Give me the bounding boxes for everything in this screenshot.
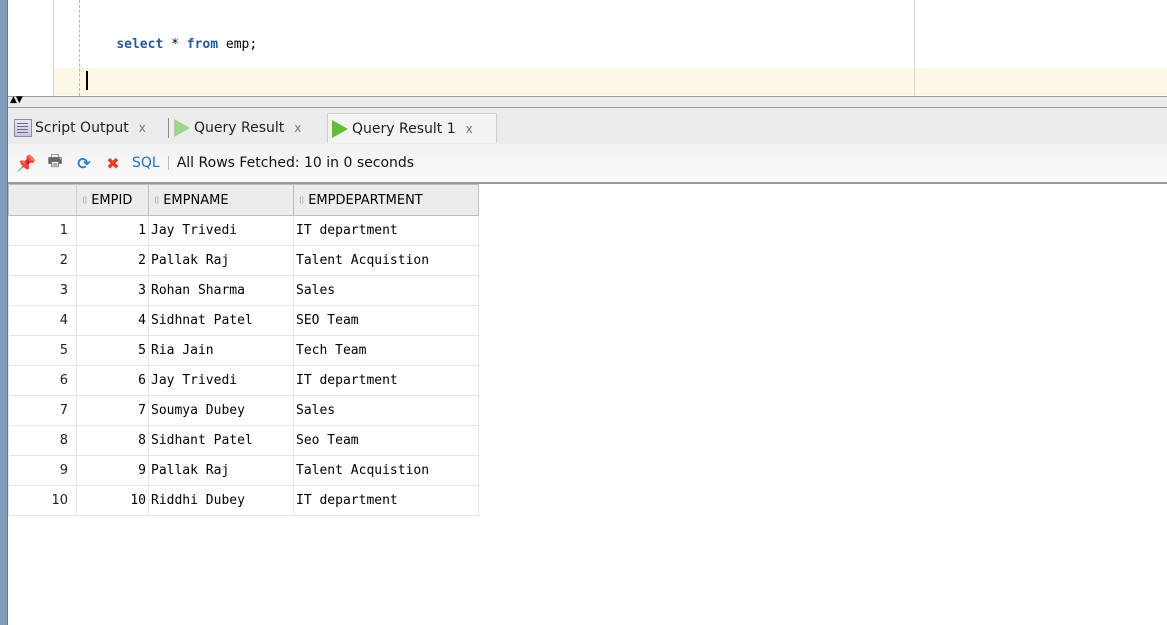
sql-link[interactable]: SQL — [132, 155, 160, 171]
text-caret — [86, 71, 88, 90]
cell-empdepartment[interactable]: Talent Acquistion — [293, 245, 479, 276]
cell-empname[interactable]: Ria Jain — [148, 335, 294, 366]
column-header-empname[interactable]: ⇳ EMPNAME — [148, 184, 294, 216]
cell-empid[interactable]: 5 — [76, 335, 149, 366]
cell-empid[interactable]: 8 — [76, 425, 149, 456]
tab-label: Query Result — [194, 120, 285, 136]
cell-empdepartment[interactable]: Sales — [293, 275, 479, 306]
column-header-empdepartment[interactable]: ⇳ EMPDEPARTMENT — [293, 184, 479, 216]
row-number[interactable]: 2 — [8, 245, 77, 276]
code-token: emp; — [218, 37, 258, 52]
toolbar-separator — [167, 156, 169, 170]
tab-script-output[interactable]: Script Output x — [10, 113, 150, 143]
keyword-select: select — [116, 37, 164, 52]
run-icon — [332, 119, 348, 138]
cell-empdepartment[interactable]: Talent Acquistion — [293, 455, 479, 486]
table-row[interactable]: 5 5 Ria Jain Tech Team — [8, 335, 479, 366]
cell-empid[interactable]: 4 — [76, 305, 149, 336]
row-number[interactable]: 1 — [8, 215, 77, 246]
cell-empid[interactable]: 10 — [76, 485, 149, 516]
table-row[interactable]: 10 10 Riddhi Dubey IT department — [8, 485, 479, 516]
result-toolbar: 📌 🖶 ⟳ ✖ SQL All Rows Fetched: 10 in 0 se… — [8, 144, 1167, 184]
close-icon[interactable]: x — [294, 121, 301, 135]
table-row[interactable]: 3 3 Rohan Sharma Sales — [8, 275, 479, 306]
cell-empname[interactable]: Pallak Raj — [148, 245, 294, 276]
cell-empid[interactable]: 2 — [76, 245, 149, 276]
code-line[interactable]: select * from emp; — [85, 22, 257, 67]
cell-empname[interactable]: Sidhant Patel — [148, 425, 294, 456]
tab-label: Script Output — [35, 120, 129, 136]
table-row[interactable]: 9 9 Pallak Raj Talent Acquistion — [8, 455, 479, 486]
sql-editor[interactable]: select * from emp; — [8, 0, 1167, 96]
tab-label: Query Result 1 — [352, 120, 456, 137]
results-grid: ⇳ EMPID ⇳ EMPNAME ⇳ EMPDEPARTMENT 1 1 Jay Tri… — [8, 184, 479, 516]
close-icon[interactable]: x — [466, 122, 473, 136]
sort-icon[interactable]: ⇳ — [152, 194, 161, 207]
table-row[interactable]: 8 8 Sidhant Patel Seo Team — [8, 425, 479, 456]
fetch-status: All Rows Fetched: 10 in 0 seconds — [176, 155, 415, 171]
cell-empname[interactable]: Jay Trivedi — [148, 215, 294, 246]
splitter-arrows-icon[interactable]: ▲▼ — [10, 95, 23, 105]
row-number[interactable]: 7 — [8, 395, 77, 426]
cell-empdepartment[interactable]: Tech Team — [293, 335, 479, 366]
cell-empname[interactable]: Riddhi Dubey — [148, 485, 294, 516]
script-output-icon — [14, 119, 32, 137]
tab-separator — [168, 118, 169, 138]
cell-empid[interactable]: 3 — [76, 275, 149, 306]
print-icon[interactable]: 🖶 — [45, 151, 65, 173]
code-token: * — [163, 37, 187, 52]
row-number[interactable]: 5 — [8, 335, 77, 366]
cell-empdepartment[interactable]: IT department — [293, 485, 479, 516]
cell-empid[interactable]: 9 — [76, 455, 149, 486]
row-number[interactable]: 3 — [8, 275, 77, 306]
close-icon[interactable]: x — [139, 121, 146, 135]
table-row[interactable]: 4 4 Sidhnat Patel SEO Team — [8, 305, 479, 336]
line-gutter — [8, 0, 54, 96]
cell-empname[interactable]: Soumya Dubey — [148, 395, 294, 426]
cell-empid[interactable]: 6 — [76, 365, 149, 396]
keyword-from: from — [186, 37, 219, 52]
cell-empname[interactable]: Pallak Raj — [148, 455, 294, 486]
row-number[interactable]: 9 — [8, 455, 77, 486]
tab-query-result-1[interactable]: Query Result 1 x — [327, 113, 497, 143]
row-number[interactable]: 4 — [8, 305, 77, 336]
run-icon — [174, 119, 190, 137]
cell-empid[interactable]: 7 — [76, 395, 149, 426]
pane-splitter[interactable]: ▲▼ — [8, 95, 1167, 108]
cell-empname[interactable]: Rohan Sharma — [148, 275, 294, 306]
row-number-header — [8, 184, 77, 216]
table-row[interactable]: 6 6 Jay Trivedi IT department — [8, 365, 479, 396]
sort-icon[interactable]: ⇳ — [80, 194, 89, 207]
clear-icon[interactable]: ✖ — [103, 153, 123, 173]
tab-query-result[interactable]: Query Result x — [170, 113, 305, 143]
right-margin-line — [914, 0, 915, 96]
pin-icon[interactable]: 📌 — [16, 153, 36, 173]
cell-empdepartment[interactable]: IT department — [293, 215, 479, 246]
column-header-empid[interactable]: ⇳ EMPID — [76, 184, 149, 216]
header-row: ⇳ EMPID ⇳ EMPNAME ⇳ EMPDEPARTMENT — [8, 184, 479, 216]
row-number[interactable]: 6 — [8, 365, 77, 396]
row-number[interactable]: 10 — [8, 485, 77, 516]
cell-empdepartment[interactable]: Seo Team — [293, 425, 479, 456]
table-row[interactable]: 7 7 Soumya Dubey Sales — [8, 395, 479, 426]
cell-empid[interactable]: 1 — [76, 215, 149, 246]
row-number[interactable]: 8 — [8, 425, 77, 456]
cell-empdepartment[interactable]: Sales — [293, 395, 479, 426]
refresh-icon[interactable]: ⟳ — [74, 153, 94, 173]
fold-guide — [79, 0, 80, 96]
window-left-border — [0, 0, 8, 625]
table-row[interactable]: 1 1 Jay Trivedi IT department — [8, 215, 479, 246]
result-tabs: Script Output x Query Result x Query Res… — [8, 108, 1167, 144]
cell-empdepartment[interactable]: SEO Team — [293, 305, 479, 336]
table-row[interactable]: 2 2 Pallak Raj Talent Acquistion — [8, 245, 479, 276]
sort-icon[interactable]: ⇳ — [297, 194, 306, 207]
cell-empname[interactable]: Jay Trivedi — [148, 365, 294, 396]
cell-empname[interactable]: Sidhnat Patel — [148, 305, 294, 336]
current-line-highlight — [54, 68, 1167, 95]
cell-empdepartment[interactable]: IT department — [293, 365, 479, 396]
